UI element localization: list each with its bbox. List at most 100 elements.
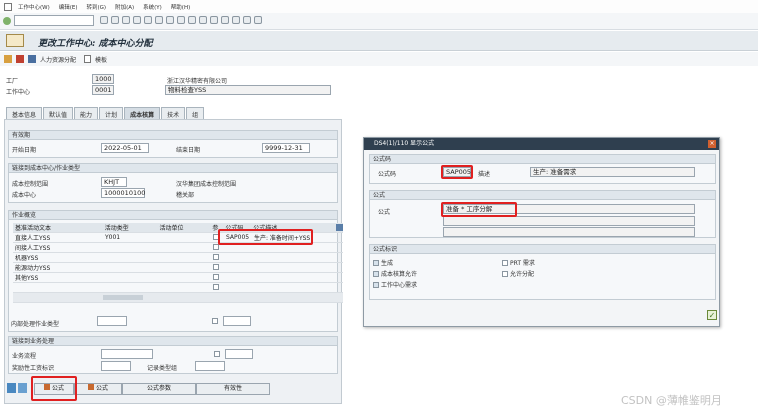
delete-icon[interactable] <box>7 383 16 393</box>
workcenter-description: 物料检查YSS <box>165 85 331 95</box>
col-activity-text: 基准活动文本 <box>15 225 52 232</box>
app-menu-icon[interactable] <box>4 2 12 11</box>
flag-generate[interactable]: 生成 <box>373 258 393 267</box>
activity-overview-header: 作业概览 <box>9 211 337 220</box>
record-type-label: 记录类型组 <box>147 365 178 372</box>
end-date-field[interactable]: 9999-12-31 <box>262 143 310 153</box>
hr-assignment-button[interactable]: 人力资源分配 <box>40 55 76 64</box>
table-row[interactable]: 其他YSS <box>13 273 343 283</box>
menu-item-workcenter[interactable]: 工作中心(W) <box>18 3 50 11</box>
outside-activity-field[interactable] <box>97 316 127 326</box>
formula-highlight <box>218 229 313 245</box>
formula-key-header: 公式码 <box>370 155 715 164</box>
watermark: CSDN @薄帷鉴明月 <box>621 394 722 407</box>
cost-center-link-group: 链接到成本中心/作业类型 成本控制范围 KHJT 汉华集团成本控制范围 成本中心… <box>8 163 338 203</box>
cost-center-description: 稽关部 <box>176 192 195 199</box>
col-activity-unit: 活动单位 <box>159 225 184 232</box>
tab-scheduling[interactable]: 计划 <box>99 107 124 119</box>
close-icon[interactable]: × <box>708 140 716 148</box>
outside-activity-checkbox[interactable] <box>212 318 218 324</box>
next-page-icon[interactable] <box>199 16 207 24</box>
flag-workcenter[interactable]: 工作中心需求 <box>373 280 417 289</box>
table-row[interactable]: 能源动力YSS <box>13 263 343 273</box>
cost-center-label: 成本中心 <box>12 192 37 199</box>
print-icon[interactable] <box>144 16 152 24</box>
table-row[interactable] <box>13 283 343 293</box>
hr-assignment-icon[interactable] <box>28 55 36 63</box>
capacity-icon[interactable] <box>4 55 12 63</box>
table-settings-icon[interactable] <box>336 224 343 231</box>
flag-workcenter-checkbox[interactable] <box>373 281 379 288</box>
first-page-icon[interactable] <box>177 16 185 24</box>
save-icon[interactable] <box>100 16 108 24</box>
menu-item-edit[interactable]: 编辑(E) <box>59 3 78 11</box>
flag-costing-checkbox[interactable] <box>373 270 379 277</box>
formula-field-line3[interactable] <box>443 227 695 237</box>
formula-icon-2 <box>87 384 94 390</box>
tab-technical[interactable]: 技术 <box>161 107 186 119</box>
reference-checkbox[interactable] <box>213 283 219 290</box>
tab-costing[interactable]: 成本核算 <box>124 107 161 119</box>
cost-center-field[interactable]: 1000010100 <box>101 188 145 198</box>
start-date-field[interactable]: 2022-05-01 <box>101 143 149 153</box>
settings-icon[interactable] <box>254 16 262 24</box>
template-icon[interactable] <box>84 55 92 63</box>
template-button[interactable]: 模板 <box>95 55 107 64</box>
enter-icon[interactable] <box>3 17 11 25</box>
confirm-check-icon[interactable]: ✓ <box>707 310 717 320</box>
reference-checkbox[interactable] <box>213 263 219 270</box>
formula-button[interactable]: 公式 <box>74 383 122 395</box>
help-icon[interactable] <box>243 16 251 24</box>
bottom-icons <box>7 383 27 393</box>
plant-field[interactable]: 1000 <box>92 74 114 84</box>
hr-icon[interactable] <box>16 55 24 63</box>
menu-item-extras[interactable]: 附加(A) <box>115 3 134 11</box>
find-icon[interactable] <box>155 16 163 24</box>
flag-costing[interactable]: 成本核算允许 <box>373 269 417 278</box>
flag-allocation-checkbox[interactable] <box>502 270 508 277</box>
flag-generate-checkbox[interactable] <box>373 259 379 266</box>
table-row[interactable]: 机器YSS <box>13 253 343 263</box>
controlling-area-description: 汉华集团成本控制范围 <box>176 181 237 188</box>
flag-prt[interactable]: PRT 需求 <box>502 258 535 267</box>
detail-icon[interactable] <box>18 383 27 393</box>
tab-group[interactable]: 组 <box>186 107 205 119</box>
validity-button[interactable]: 有效性 <box>196 383 270 395</box>
last-page-icon[interactable] <box>210 16 218 24</box>
formula-key-group: 公式码 公式码 SAP005 描述 生产: 准备需求 <box>369 154 716 184</box>
workcenter-field[interactable]: 0001 <box>92 85 114 95</box>
horizontal-scrollbar[interactable] <box>13 293 343 303</box>
formula-key-highlight <box>441 165 473 179</box>
menu-item-help[interactable]: 帮助(H) <box>171 3 190 11</box>
back-icon[interactable] <box>111 16 119 24</box>
reference-checkbox[interactable] <box>213 253 219 260</box>
formula-parameters-button[interactable]: 公式参数 <box>122 383 196 395</box>
activity-overview-group: 作业概览 基准活动文本 活动类型 活动单位 参 公式码 公式描述 直接人工YSS… <box>8 210 343 332</box>
business-process-checkbox[interactable] <box>214 351 220 357</box>
reference-checkbox[interactable] <box>213 273 219 280</box>
flag-allocation[interactable]: 允许分配 <box>502 269 534 278</box>
end-date-label: 结束日期 <box>176 147 201 154</box>
record-type-field[interactable] <box>195 361 225 371</box>
menu-item-goto[interactable]: 转到(G) <box>87 3 107 11</box>
exit-icon[interactable] <box>122 16 130 24</box>
controlling-area-field[interactable]: KHJT <box>101 177 127 187</box>
flag-prt-checkbox[interactable] <box>502 259 508 266</box>
find-next-icon[interactable] <box>166 16 174 24</box>
shortcut-icon[interactable] <box>232 16 240 24</box>
formula-field-line2[interactable] <box>443 216 695 226</box>
prev-page-icon[interactable] <box>188 16 196 24</box>
command-field[interactable] <box>14 15 94 26</box>
formula-flags-header: 公式标识 <box>370 245 715 254</box>
new-session-icon[interactable] <box>221 16 229 24</box>
business-process-extra-field[interactable] <box>225 349 253 359</box>
outside-activity-extra-field[interactable] <box>223 316 251 326</box>
cancel-icon[interactable] <box>133 16 141 24</box>
incentive-wage-field[interactable] <box>101 361 131 371</box>
tab-basic-data[interactable]: 基本信息 <box>6 107 43 119</box>
formula-header: 公式 <box>370 191 715 200</box>
tab-capacities[interactable]: 能力 <box>74 107 99 119</box>
business-process-field[interactable] <box>101 349 153 359</box>
menu-item-system[interactable]: 系统(Y) <box>143 3 162 11</box>
tab-default-values[interactable]: 默认值 <box>43 107 74 119</box>
